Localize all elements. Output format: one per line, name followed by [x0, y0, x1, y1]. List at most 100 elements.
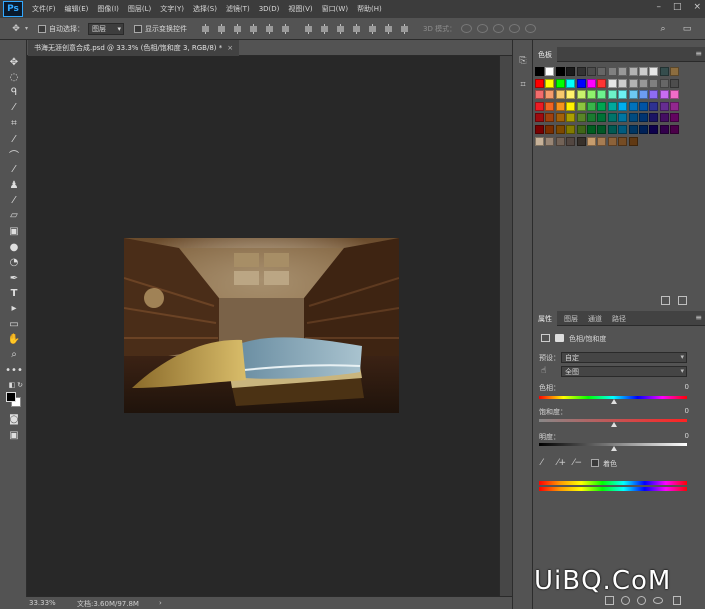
eyedropper-plus-icon[interactable]: ⁄+	[557, 458, 566, 468]
menu-file[interactable]: 文件(F)	[32, 4, 56, 14]
eraser-icon[interactable]: ▱	[7, 209, 21, 222]
menu-select[interactable]: 选择(S)	[193, 4, 217, 14]
workspace-icon[interactable]: ▭	[680, 22, 694, 36]
dodge-icon[interactable]: ◔	[7, 256, 21, 269]
color-swatch[interactable]	[607, 67, 617, 76]
foreground-color-swatch[interactable]	[6, 392, 16, 402]
color-swatch[interactable]	[566, 136, 576, 146]
hue-value[interactable]: 0	[659, 383, 689, 393]
color-swatch[interactable]	[628, 101, 638, 111]
color-swatch[interactable]	[576, 78, 586, 88]
trash-icon[interactable]	[678, 296, 687, 305]
color-swatch[interactable]	[555, 113, 565, 123]
pen-icon[interactable]: ✒	[7, 272, 21, 285]
lasso-icon[interactable]: ᑫ	[7, 86, 21, 99]
colorize-checkbox[interactable]	[591, 459, 599, 467]
roll-3d-icon[interactable]	[477, 24, 489, 33]
color-swatch[interactable]	[618, 90, 628, 100]
color-swatch[interactable]	[597, 78, 607, 88]
color-swatch[interactable]	[597, 67, 607, 76]
color-swatch[interactable]	[566, 90, 576, 100]
clip-to-layer-icon[interactable]	[605, 596, 614, 605]
color-swatch[interactable]	[670, 113, 680, 123]
color-swatch[interactable]	[535, 101, 544, 111]
color-swatch[interactable]	[649, 125, 659, 134]
marquee-icon[interactable]: ◌	[7, 71, 21, 84]
color-swatch[interactable]	[659, 90, 669, 100]
menu-image[interactable]: 图像(I)	[97, 4, 119, 14]
drag-3d-icon[interactable]	[493, 24, 505, 33]
channel-dropdown[interactable]: 全图 ▾	[561, 366, 687, 377]
color-swatch[interactable]	[535, 90, 544, 100]
color-swatch[interactable]	[649, 90, 659, 100]
trash-icon[interactable]	[673, 596, 681, 605]
color-swatch[interactable]	[545, 136, 555, 146]
tab-layers[interactable]: 图层	[559, 311, 583, 326]
distribute-hcenter-icon[interactable]	[368, 23, 377, 34]
align-bottom-icon[interactable]	[233, 23, 242, 34]
clone-stamp-icon[interactable]: ♟	[7, 179, 21, 192]
color-swatch[interactable]	[659, 113, 669, 123]
color-swatch[interactable]	[607, 113, 617, 123]
maximize-button[interactable]: □	[673, 2, 682, 12]
color-swatch[interactable]	[639, 125, 648, 134]
close-icon[interactable]: ×	[227, 44, 233, 52]
color-swatch[interactable]	[639, 113, 648, 123]
panel-menu-icon[interactable]: ≡	[695, 313, 702, 322]
color-swatch[interactable]	[618, 125, 628, 134]
history-panel-icon[interactable]: ⎘	[517, 55, 529, 67]
align-vcenter-icon[interactable]	[217, 23, 226, 34]
color-swatch[interactable]	[597, 125, 607, 134]
color-swatch[interactable]	[535, 113, 544, 123]
color-swatch[interactable]	[566, 101, 576, 111]
distribute-bottom-icon[interactable]	[336, 23, 345, 34]
properties-panel-icon[interactable]: ⌗	[517, 79, 529, 91]
more-tools-icon[interactable]: •••	[5, 364, 23, 377]
color-swatch[interactable]	[649, 67, 659, 76]
canvas-area[interactable]	[27, 56, 499, 596]
hue-slider-thumb[interactable]	[611, 399, 617, 404]
color-swatch[interactable]	[618, 101, 628, 111]
menu-edit[interactable]: 编辑(E)	[65, 4, 89, 14]
align-left-icon[interactable]	[249, 23, 258, 34]
color-swatch[interactable]	[587, 101, 596, 111]
color-swatch[interactable]	[628, 90, 638, 100]
menu-filter[interactable]: 滤镜(T)	[226, 4, 250, 14]
color-swatch[interactable]	[628, 136, 638, 146]
color-swatch[interactable]	[576, 125, 586, 134]
color-swatch[interactable]	[587, 78, 596, 88]
search-icon[interactable]: ⌕	[656, 22, 670, 36]
panel-menu-icon[interactable]: ≡	[695, 49, 702, 58]
color-swatch[interactable]	[566, 67, 576, 76]
color-swatch[interactable]	[587, 113, 596, 123]
align-top-icon[interactable]	[201, 23, 210, 34]
distribute-top-icon[interactable]	[304, 23, 313, 34]
color-swatch[interactable]	[566, 113, 576, 123]
color-swatch[interactable]	[535, 78, 544, 88]
distribute-right-icon[interactable]	[384, 23, 393, 34]
tab-swatches[interactable]: 色板	[533, 47, 557, 62]
magic-wand-icon[interactable]: ⁄	[7, 101, 21, 114]
menu-help[interactable]: 帮助(H)	[357, 4, 382, 14]
document-image[interactable]	[124, 238, 399, 413]
color-swatch[interactable]	[639, 90, 648, 100]
color-swatch[interactable]	[545, 78, 555, 88]
menu-window[interactable]: 窗口(W)	[322, 4, 348, 14]
distribute-left-icon[interactable]	[352, 23, 361, 34]
color-swatch[interactable]	[618, 113, 628, 123]
new-swatch-icon[interactable]	[661, 296, 670, 305]
color-swatch[interactable]	[628, 125, 638, 134]
minimize-button[interactable]: –	[656, 2, 661, 12]
color-swatch[interactable]	[555, 125, 565, 134]
color-swatch[interactable]	[607, 78, 617, 88]
quick-mask-icon[interactable]: ◙	[7, 413, 21, 426]
color-swatch[interactable]	[545, 101, 555, 111]
auto-align-icon[interactable]	[400, 23, 409, 34]
document-tab[interactable]: 书海无涯创意合成.psd @ 33.3% (色相/饱和度 3, RGB/8) *…	[28, 40, 240, 56]
color-swatch[interactable]	[576, 136, 586, 146]
color-swatch[interactable]	[639, 67, 648, 76]
auto-select-checkbox[interactable]	[38, 24, 47, 33]
color-swatch[interactable]	[618, 67, 628, 76]
path-selection-icon[interactable]: ▸	[7, 302, 21, 315]
color-swatch[interactable]	[607, 125, 617, 134]
